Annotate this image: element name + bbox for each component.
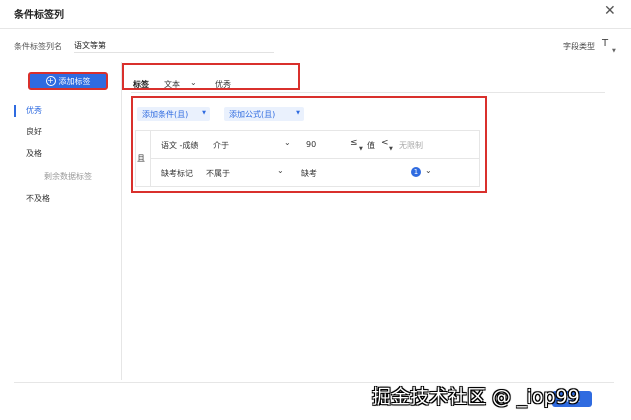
condition-operator-select[interactable]: 不属于	[206, 168, 230, 179]
condition-operator-select[interactable]: 介于	[213, 140, 229, 151]
caret-down-icon: ▼	[296, 110, 300, 116]
dialog-title: 条件标签列	[14, 10, 64, 21]
value-label: 值	[367, 141, 375, 150]
add-tag-label: 添加标签	[58, 76, 91, 86]
condition-value-select[interactable]: 缺考	[301, 168, 317, 179]
condition-value-input[interactable]: 90	[306, 140, 316, 149]
caret-down-icon[interactable]: ▼	[389, 146, 393, 152]
column-name-label: 条件标签列名	[14, 42, 62, 51]
column-name-input[interactable]	[74, 38, 274, 53]
plus-circle-icon: +	[45, 76, 56, 86]
upper-op-select[interactable]: <	[381, 138, 389, 148]
watermark: 掘金技术社区 @ _iop99	[372, 386, 580, 408]
upper-limit-input[interactable]: 无限制	[399, 140, 423, 151]
sidebar-item-remaining[interactable]: 剩余数据标签	[14, 171, 114, 183]
add-condition-button[interactable]: 添加条件(且) ▼	[137, 107, 210, 121]
tag-value-input[interactable]: 优秀	[215, 79, 231, 90]
condition-field-select[interactable]: 语文 -成绩	[161, 140, 198, 151]
chevron-down-icon[interactable]: ⌄	[425, 166, 432, 175]
field-type-label: 字段类型	[563, 42, 595, 51]
sidebar-item-good[interactable]: 良好	[14, 126, 114, 138]
row-divider	[151, 158, 480, 159]
add-formula-button[interactable]: 添加公式(且) ▼	[224, 107, 304, 121]
and-label: 且	[137, 154, 145, 163]
panel-divider	[121, 62, 122, 380]
sidebar-item-fail[interactable]: 不及格	[14, 193, 114, 205]
add-tag-button[interactable]: + 添加标签	[28, 72, 108, 90]
title-divider	[0, 28, 631, 29]
tag-underline	[131, 92, 605, 93]
tag-label: 标签	[133, 80, 149, 89]
caret-down-icon[interactable]: ▼	[612, 48, 616, 54]
chevron-down-icon[interactable]: ⌄	[277, 166, 284, 175]
caret-down-icon: ▼	[202, 110, 206, 116]
lower-op-select[interactable]: ≤	[350, 138, 358, 148]
sidebar-item-pass[interactable]: 及格	[14, 148, 114, 160]
close-icon[interactable]: ✕	[604, 3, 616, 19]
caret-down-icon[interactable]: ▼	[359, 146, 363, 152]
chevron-down-icon[interactable]: ⌄	[190, 78, 197, 87]
tag-type-select[interactable]: 文本	[164, 79, 180, 90]
chevron-down-icon[interactable]: ⌄	[284, 138, 291, 147]
sidebar-item-excellent[interactable]: 优秀	[14, 105, 114, 117]
add-condition-label: 添加条件(且)	[142, 109, 189, 119]
text-type-icon[interactable]: T	[602, 38, 608, 49]
selected-count-badge: 1	[411, 167, 421, 177]
condition-field-select[interactable]: 缺考标记	[161, 168, 193, 179]
add-formula-label: 添加公式(且)	[229, 109, 276, 119]
